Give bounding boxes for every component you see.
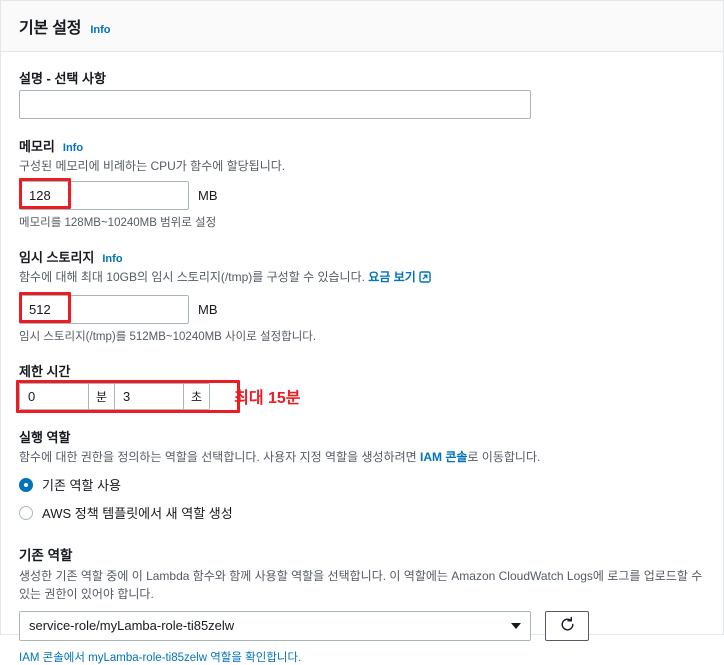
ephemeral-storage-field-group: 임시 스토리지 Info 함수에 대해 최대 10GB의 임시 스토리지(/tm… [19, 247, 705, 343]
radio-existing-role-label: 기존 역할 사용 [42, 478, 121, 494]
existing-role-selected-value: service-role/myLamba-role-ti85zelw [29, 618, 235, 634]
description-label-text: 설명 - 선택 사항 [19, 71, 106, 86]
memory-label: 메모리 Info [19, 136, 705, 155]
refresh-roles-button[interactable] [545, 610, 589, 641]
ephemeral-storage-hint: 임시 스토리지(/tmp)를 512MB~10240MB 사이로 설정합니다. [19, 330, 317, 343]
pricing-link[interactable]: 요금 보기 [368, 270, 416, 284]
timeout-seconds-unit: 초 [183, 383, 210, 409]
execution-role-label: 실행 역할 [19, 427, 705, 446]
ephemeral-storage-input[interactable] [19, 294, 189, 324]
execution-role-label-text: 실행 역할 [19, 429, 71, 445]
ephemeral-storage-label-text: 임시 스토리지 [19, 250, 95, 266]
ephemeral-storage-label: 임시 스토리지 Info [19, 247, 705, 266]
description-input[interactable] [19, 90, 531, 119]
execution-role-option-existing[interactable]: 기존 역할 사용 [19, 475, 705, 494]
existing-role-label: 기존 역할 [19, 548, 73, 564]
existing-role-section: 기존 역할 생성한 기존 역할 중에 이 Lambda 함수와 함께 사용할 역… [19, 544, 705, 665]
execution-role-description-suffix: 로 이동합니다. [467, 449, 541, 464]
radio-new-role-from-template-label: AWS 정책 템플릿에서 새 역할 생성 [42, 506, 233, 522]
memory-input[interactable] [19, 181, 189, 211]
existing-role-description: 생성한 기존 역할 중에 이 Lambda 함수와 함께 사용할 역할을 선택합… [19, 569, 703, 601]
memory-field-group: 메모리 Info 구성된 메모리에 비례하는 CPU가 함수에 할당됩니다. M… [19, 136, 705, 230]
ephemeral-storage-info-link[interactable]: Info [102, 253, 122, 265]
timeout-seconds-input[interactable] [115, 383, 184, 409]
header-info-link[interactable]: Info [90, 24, 110, 36]
iam-console-role-link[interactable]: IAM 콘솔에서 myLamba-role-ti85zelw 역할을 확인합니다… [19, 649, 705, 665]
ephemeral-storage-input-row: MB [19, 291, 705, 324]
radio-new-role-from-template[interactable] [19, 505, 33, 520]
iam-console-role-link-suffix: 역할을 확인합니다. [207, 651, 302, 664]
timeout-minutes-unit: 분 [88, 383, 116, 409]
ephemeral-storage-description-text: 함수에 대해 최대 10GB의 임시 스토리지(/tmp)를 구성할 수 있습니… [19, 270, 369, 285]
existing-role-select[interactable]: service-role/myLamba-role-ti85zelw [19, 610, 531, 641]
memory-description: 구성된 메모리에 비례하는 CPU가 함수에 할당됩니다. [19, 159, 286, 173]
page-title: 기본 설정 [19, 20, 82, 37]
timeout-minutes-input[interactable] [20, 383, 88, 409]
iam-console-role-link-role: myLamba-role-ti85zelw [88, 651, 208, 664]
refresh-icon [559, 616, 576, 636]
existing-role-select-row: service-role/myLamba-role-ti85zelw [19, 610, 705, 641]
radio-existing-role[interactable] [19, 477, 33, 492]
timeout-annotation-text: 최대 15분 [234, 390, 301, 408]
timeout-field-group: 제한 시간 분 초 최대 15분 [16, 361, 705, 413]
memory-info-link[interactable]: Info [63, 142, 83, 154]
memory-label-text: 메모리 [19, 139, 55, 154]
execution-role-description: 함수에 대한 권한을 정의하는 역할을 선택합니다. 사용자 지정 역할을 생성… [19, 449, 705, 466]
description-label: 설명 - 선택 사항 [19, 68, 705, 87]
timeout-label: 제한 시간 [19, 361, 705, 380]
memory-unit-label: MB [198, 188, 218, 204]
iam-console-role-link-prefix: IAM 콘솔에서 [19, 651, 89, 664]
ephemeral-storage-description: 함수에 대해 최대 10GB의 임시 스토리지(/tmp)를 구성할 수 있습니… [19, 269, 705, 288]
timeout-input-row: 분 초 최대 15분 [16, 379, 705, 413]
panel-body: 설명 - 선택 사항 메모리 Info 구성된 메모리에 비례하는 CPU가 함… [1, 52, 723, 665]
timeout-label-text: 제한 시간 [19, 363, 71, 379]
memory-hint: 메모리를 128MB~10240MB 범위로 설정 [19, 217, 217, 230]
iam-console-link[interactable]: IAM 콘솔 [420, 450, 467, 464]
execution-role-field-group: 실행 역할 함수에 대한 권한을 정의하는 역할을 선택합니다. 사용자 지정 … [19, 427, 705, 522]
panel-header: 기본 설정 Info [1, 1, 723, 52]
description-field-group: 설명 - 선택 사항 [19, 68, 705, 119]
execution-role-description-prefix: 함수에 대한 권한을 정의하는 역할을 선택합니다. 사용자 지정 역할을 생성… [19, 449, 420, 464]
execution-role-option-new-from-template[interactable]: AWS 정책 템플릿에서 새 역할 생성 [19, 503, 705, 522]
memory-input-row: MB [19, 178, 705, 211]
external-link-icon [419, 271, 431, 288]
timeout-control: 분 초 [19, 382, 211, 410]
basic-settings-panel: 기본 설정 Info 설명 - 선택 사항 메모리 Info 구성된 메모리에 … [0, 0, 724, 664]
chevron-down-icon [511, 622, 521, 629]
ephemeral-storage-unit-label: MB [198, 301, 218, 317]
